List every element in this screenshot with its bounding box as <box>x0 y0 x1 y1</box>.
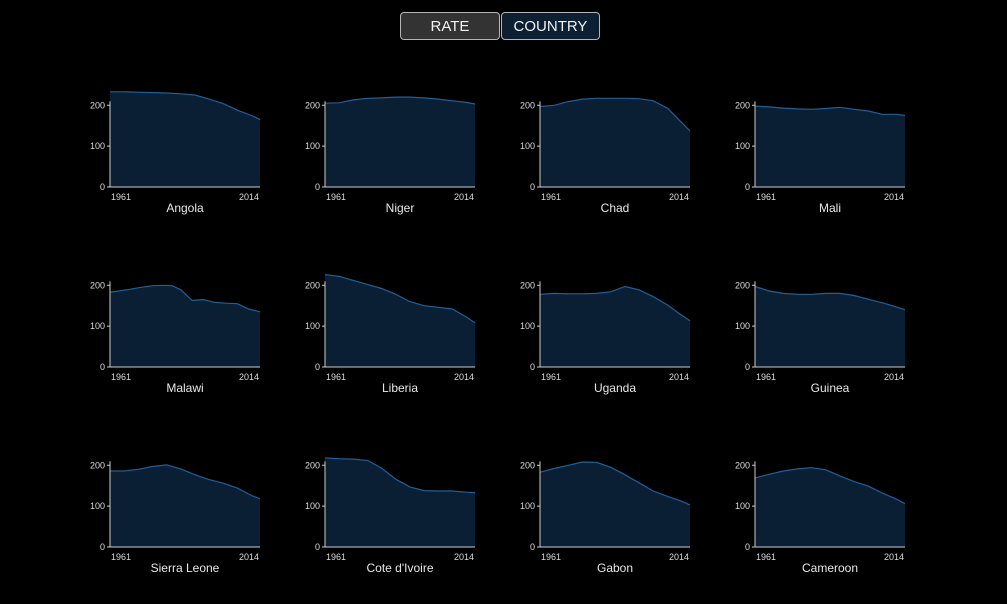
x-tick-label-start: 1961 <box>111 192 131 202</box>
small-chart-niger: 0 100 200 1961 2014 Niger <box>305 96 476 215</box>
y-tick-label: 100 <box>735 321 750 331</box>
x-tick-label-end: 2014 <box>454 372 474 382</box>
area-sierra-leone <box>110 464 260 547</box>
x-tick-label-end: 2014 <box>884 192 904 202</box>
y-tick-label: 100 <box>305 321 320 331</box>
country-label: Gabon <box>597 561 633 575</box>
country-label: Niger <box>386 201 415 215</box>
country-label: Cameroon <box>802 561 858 575</box>
y-tick-label: 100 <box>520 501 535 511</box>
y-tick-label: 0 <box>100 362 105 372</box>
x-tick-label-end: 2014 <box>669 372 689 382</box>
x-tick-label-start: 1961 <box>111 372 131 382</box>
x-tick-label-start: 1961 <box>541 192 561 202</box>
x-tick-label-start: 1961 <box>756 192 776 202</box>
small-chart-liberia: 0 100 200 1961 2014 Liberia <box>305 274 476 395</box>
area-chad <box>540 98 690 187</box>
area-niger <box>325 97 475 187</box>
x-tick-label-end: 2014 <box>669 192 689 202</box>
country-label: Cote d'Ivoire <box>367 561 434 575</box>
y-tick-label: 0 <box>530 542 535 552</box>
y-tick-label: 200 <box>305 280 320 290</box>
y-tick-label: 200 <box>520 280 535 290</box>
country-label: Guinea <box>811 381 850 395</box>
x-tick-label-start: 1961 <box>111 552 131 562</box>
area-cote-d-ivoire <box>325 457 475 547</box>
small-chart-gabon: 0 100 200 1961 2014 Gabon <box>520 460 691 575</box>
y-tick-label: 100 <box>305 501 320 511</box>
y-tick-label: 0 <box>530 362 535 372</box>
x-tick-label-start: 1961 <box>326 192 346 202</box>
y-tick-label: 100 <box>305 141 320 151</box>
country-label: Mali <box>819 201 841 215</box>
area-malawi <box>110 285 260 367</box>
small-chart-uganda: 0 100 200 1961 2014 Uganda <box>520 280 691 395</box>
y-tick-label: 100 <box>735 501 750 511</box>
y-tick-label: 200 <box>90 100 105 110</box>
y-tick-label: 100 <box>90 141 105 151</box>
small-chart-sierra-leone: 0 100 200 1961 2014 Sierra Leone <box>90 460 261 575</box>
area-liberia <box>325 274 475 367</box>
x-tick-label-start: 1961 <box>541 372 561 382</box>
y-tick-label: 0 <box>315 182 320 192</box>
y-tick-label: 200 <box>520 100 535 110</box>
small-chart-angola: 0 100 200 1961 2014 Angola <box>90 91 261 215</box>
small-chart-malawi: 0 100 200 1961 2014 Malawi <box>90 280 261 395</box>
area-gabon <box>540 462 690 547</box>
x-tick-label-start: 1961 <box>541 552 561 562</box>
y-tick-label: 0 <box>315 362 320 372</box>
y-tick-label: 0 <box>100 182 105 192</box>
y-tick-label: 200 <box>305 460 320 470</box>
country-label: Malawi <box>166 381 203 395</box>
y-tick-label: 0 <box>745 542 750 552</box>
x-tick-label-end: 2014 <box>454 192 474 202</box>
country-label: Angola <box>166 201 204 215</box>
small-multiples-grid: 0 100 200 1961 2014 Angola 0 100 200 1961 2014 Nige… <box>90 91 906 575</box>
area-cameroon <box>755 467 905 547</box>
y-tick-label: 0 <box>100 542 105 552</box>
y-tick-label: 100 <box>520 321 535 331</box>
country-label: Sierra Leone <box>151 561 220 575</box>
small-chart-cameroon: 0 100 200 1961 2014 Cameroon <box>735 460 906 575</box>
x-tick-label-end: 2014 <box>239 192 259 202</box>
y-tick-label: 200 <box>305 100 320 110</box>
x-tick-label-start: 1961 <box>756 552 776 562</box>
x-tick-label-end: 2014 <box>454 552 474 562</box>
small-chart-mali: 0 100 200 1961 2014 Mali <box>735 100 906 215</box>
y-tick-label: 200 <box>90 460 105 470</box>
x-tick-label-end: 2014 <box>884 372 904 382</box>
y-tick-label: 0 <box>315 542 320 552</box>
y-tick-label: 200 <box>520 460 535 470</box>
y-tick-label: 100 <box>520 141 535 151</box>
x-tick-label-start: 1961 <box>756 372 776 382</box>
country-label: Chad <box>601 201 630 215</box>
y-tick-label: 100 <box>735 141 750 151</box>
area-angola <box>110 91 260 187</box>
x-tick-label-start: 1961 <box>326 372 346 382</box>
area-guinea <box>755 286 905 367</box>
y-tick-label: 100 <box>90 501 105 511</box>
x-tick-label-end: 2014 <box>239 372 259 382</box>
country-label: Liberia <box>382 381 418 395</box>
y-tick-label: 200 <box>735 280 750 290</box>
y-tick-label: 100 <box>90 321 105 331</box>
y-tick-label: 200 <box>735 100 750 110</box>
small-chart-guinea: 0 100 200 1961 2014 Guinea <box>735 280 906 395</box>
area-mali <box>755 106 905 187</box>
country-label: Uganda <box>594 381 636 395</box>
x-tick-label-end: 2014 <box>239 552 259 562</box>
area-uganda <box>540 286 690 367</box>
x-tick-label-end: 2014 <box>669 552 689 562</box>
y-tick-label: 0 <box>530 182 535 192</box>
y-tick-label: 200 <box>735 460 750 470</box>
x-tick-label-end: 2014 <box>884 552 904 562</box>
y-tick-label: 200 <box>90 280 105 290</box>
small-chart-chad: 0 100 200 1961 2014 Chad <box>520 97 691 215</box>
y-tick-label: 0 <box>745 182 750 192</box>
y-tick-label: 0 <box>745 362 750 372</box>
x-tick-label-start: 1961 <box>326 552 346 562</box>
small-chart-cote-d-ivoire: 0 100 200 1961 2014 Cote d'Ivoire <box>305 457 476 575</box>
